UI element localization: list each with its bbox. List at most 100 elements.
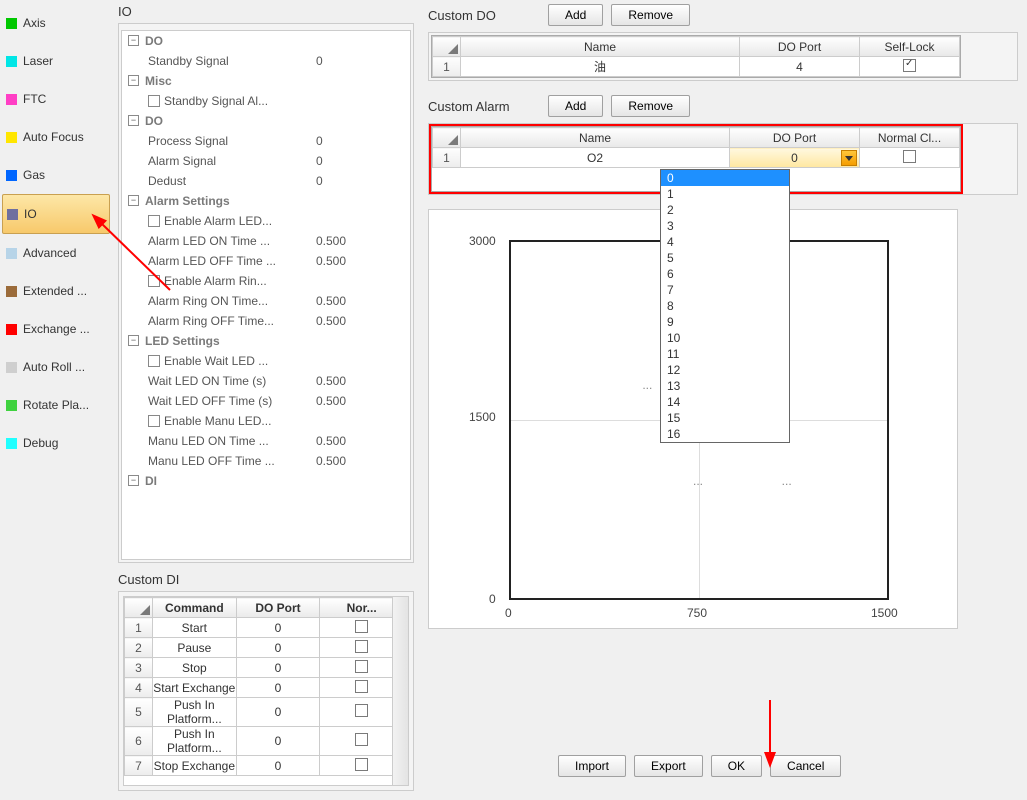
remove-button[interactable]: Remove bbox=[611, 95, 690, 117]
dropdown-option[interactable]: 3 bbox=[661, 218, 789, 234]
tree-row[interactable]: −DO bbox=[122, 31, 410, 51]
tree-row[interactable]: Wait LED ON Time (s)0.500 bbox=[122, 371, 410, 391]
checkbox[interactable] bbox=[148, 415, 160, 427]
tree-row[interactable]: Process Signal0 bbox=[122, 131, 410, 151]
checkbox[interactable] bbox=[355, 640, 368, 653]
checkbox[interactable] bbox=[355, 758, 368, 771]
tree-row[interactable]: −Misc bbox=[122, 71, 410, 91]
checkbox[interactable] bbox=[903, 59, 916, 72]
tree-value[interactable]: 0 bbox=[310, 154, 410, 168]
tree-row[interactable]: Enable Alarm Rin... bbox=[122, 271, 410, 291]
collapse-icon[interactable]: − bbox=[128, 75, 139, 86]
tree-label[interactable]: Enable Manu LED... bbox=[128, 414, 310, 428]
table-row[interactable]: 6Push In Platform...0 bbox=[125, 727, 404, 756]
sidebar-item-advanced[interactable]: Advanced bbox=[2, 234, 110, 272]
sidebar-item-auto-roll-[interactable]: Auto Roll ... bbox=[2, 348, 110, 386]
add-button[interactable]: Add bbox=[548, 4, 603, 26]
tree-value[interactable]: 0.500 bbox=[310, 254, 410, 268]
sidebar-item-axis[interactable]: Axis bbox=[2, 4, 110, 42]
collapse-icon[interactable]: − bbox=[128, 195, 139, 206]
tree-value[interactable]: 0.500 bbox=[310, 394, 410, 408]
checkbox[interactable] bbox=[903, 150, 916, 163]
dropdown-option[interactable]: 5 bbox=[661, 250, 789, 266]
tree-row[interactable]: Standby Signal Al... bbox=[122, 91, 410, 111]
tree-label[interactable]: Enable Wait LED ... bbox=[128, 354, 310, 368]
tree-value[interactable]: 0 bbox=[310, 134, 410, 148]
tree-row[interactable]: Enable Alarm LED... bbox=[122, 211, 410, 231]
checkbox[interactable] bbox=[148, 215, 160, 227]
scrollbar[interactable] bbox=[392, 597, 408, 785]
dropdown-option[interactable]: 0 bbox=[661, 170, 789, 186]
tree-row[interactable]: −Alarm Settings bbox=[122, 191, 410, 211]
dropdown-option[interactable]: 14 bbox=[661, 394, 789, 410]
table-row[interactable]: 3Stop0 bbox=[125, 658, 404, 678]
do-port-cell[interactable]: 0 bbox=[730, 148, 860, 168]
sidebar-item-debug[interactable]: Debug bbox=[2, 424, 110, 462]
checkbox[interactable] bbox=[148, 355, 160, 367]
checkbox[interactable] bbox=[355, 620, 368, 633]
tree-label[interactable]: Enable Alarm Rin... bbox=[128, 274, 310, 288]
tree-value[interactable]: 0.500 bbox=[310, 374, 410, 388]
tree-label[interactable]: Standby Signal Al... bbox=[128, 94, 310, 108]
table-row[interactable]: 1Start0 bbox=[125, 618, 404, 638]
dropdown-option[interactable]: 4 bbox=[661, 234, 789, 250]
tree-value[interactable]: 0 bbox=[310, 174, 410, 188]
tree-value[interactable]: 0.500 bbox=[310, 454, 410, 468]
tree-value[interactable]: 0 bbox=[310, 54, 410, 68]
export-button[interactable]: Export bbox=[634, 755, 703, 777]
dropdown-option[interactable]: 11 bbox=[661, 346, 789, 362]
custom-di-table[interactable]: CommandDO PortNor...1Start02Pause03Stop0… bbox=[123, 596, 409, 786]
tree-row[interactable]: Alarm Signal0 bbox=[122, 151, 410, 171]
tree-row[interactable]: Dedust0 bbox=[122, 171, 410, 191]
sidebar-item-extended-[interactable]: Extended ... bbox=[2, 272, 110, 310]
collapse-icon[interactable]: − bbox=[128, 335, 139, 346]
tree-row[interactable]: −DO bbox=[122, 111, 410, 131]
ok-button[interactable]: OK bbox=[711, 755, 762, 777]
collapse-icon[interactable]: − bbox=[128, 115, 139, 126]
checkbox[interactable] bbox=[148, 95, 160, 107]
col-header[interactable]: Nor... bbox=[320, 598, 404, 618]
checkbox[interactable] bbox=[355, 733, 368, 746]
sidebar-item-exchange-[interactable]: Exchange ... bbox=[2, 310, 110, 348]
table-row[interactable]: 2Pause0 bbox=[125, 638, 404, 658]
tree-row[interactable]: Alarm LED OFF Time ...0.500 bbox=[122, 251, 410, 271]
collapse-icon[interactable]: − bbox=[128, 475, 139, 486]
col-header[interactable]: Name bbox=[461, 128, 730, 148]
checkbox[interactable] bbox=[355, 660, 368, 673]
table-row[interactable]: 1O20 bbox=[433, 148, 960, 168]
checkbox[interactable] bbox=[148, 275, 160, 287]
import-button[interactable]: Import bbox=[558, 755, 626, 777]
tree-row[interactable]: Alarm LED ON Time ...0.500 bbox=[122, 231, 410, 251]
sidebar-item-gas[interactable]: Gas bbox=[2, 156, 110, 194]
table-row[interactable]: 1油4 bbox=[433, 57, 960, 77]
checkbox[interactable] bbox=[355, 680, 368, 693]
col-header[interactable]: Name bbox=[461, 37, 740, 57]
tree-row[interactable]: Manu LED ON Time ...0.500 bbox=[122, 431, 410, 451]
checkbox[interactable] bbox=[355, 704, 368, 717]
col-header[interactable]: Self-Lock bbox=[860, 37, 960, 57]
dropdown-option[interactable]: 8 bbox=[661, 298, 789, 314]
dropdown-option[interactable]: 16 bbox=[661, 426, 789, 442]
dropdown-option[interactable]: 15 bbox=[661, 410, 789, 426]
table-row[interactable]: 5Push In Platform...0 bbox=[125, 698, 404, 727]
sidebar-item-io[interactable]: IO bbox=[2, 194, 110, 234]
collapse-icon[interactable]: − bbox=[128, 35, 139, 46]
sidebar-item-auto-focus[interactable]: Auto Focus bbox=[2, 118, 110, 156]
do-port-dropdown[interactable]: 012345678910111213141516 bbox=[660, 169, 790, 443]
custom-do-grid[interactable]: NameDO PortSelf-Lock1油4 bbox=[431, 35, 961, 78]
dropdown-option[interactable]: 10 bbox=[661, 330, 789, 346]
io-tree[interactable]: −DOStandby Signal0−MiscStandby Signal Al… bbox=[121, 30, 411, 560]
col-header[interactable]: Normal Cl... bbox=[860, 128, 960, 148]
cancel-button[interactable]: Cancel bbox=[770, 755, 841, 777]
tree-row[interactable]: Manu LED OFF Time ...0.500 bbox=[122, 451, 410, 471]
chevron-down-icon[interactable] bbox=[841, 150, 857, 166]
table-row[interactable]: 4Start Exchange0 bbox=[125, 678, 404, 698]
tree-row[interactable]: Wait LED OFF Time (s)0.500 bbox=[122, 391, 410, 411]
sidebar-item-rotate-pla-[interactable]: Rotate Pla... bbox=[2, 386, 110, 424]
dropdown-option[interactable]: 1 bbox=[661, 186, 789, 202]
sidebar-item-laser[interactable]: Laser bbox=[2, 42, 110, 80]
tree-row[interactable]: −DI bbox=[122, 471, 410, 491]
tree-row[interactable]: Alarm Ring ON Time...0.500 bbox=[122, 291, 410, 311]
sidebar-item-ftc[interactable]: FTC bbox=[2, 80, 110, 118]
add-button[interactable]: Add bbox=[548, 95, 603, 117]
